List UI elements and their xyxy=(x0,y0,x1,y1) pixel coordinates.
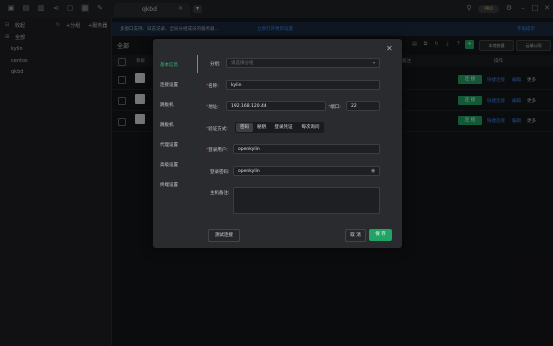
password-input[interactable]: openkylin xyxy=(233,166,380,176)
auth-option-credential[interactable]: 登录凭证 xyxy=(270,123,297,132)
auth-option-password[interactable]: 密码 xyxy=(236,123,253,132)
port-label: *端口: xyxy=(328,105,341,110)
auth-option-ask[interactable]: 每次询问 xyxy=(297,123,324,132)
remark-textarea[interactable] xyxy=(233,187,380,214)
port-label-text: 端口: xyxy=(330,105,341,110)
group-placeholder: 请选择分组 xyxy=(231,61,254,66)
nav-item-terminal[interactable]: 终端设置 xyxy=(160,182,178,188)
group-select[interactable]: 请选择分组 xyxy=(226,58,380,68)
nav-item-proxy[interactable]: 代理设置 xyxy=(160,142,178,148)
address-label-text: 地址: xyxy=(208,105,219,110)
user-label: *登录用户: xyxy=(206,148,228,153)
auth-label-text: 验证方式: xyxy=(208,127,228,132)
test-connection-button[interactable]: 测试连接 xyxy=(208,229,240,242)
save-button[interactable]: 保 存 xyxy=(369,229,392,241)
nav-item-jump-2[interactable]: 跳板机 xyxy=(160,122,174,128)
remark-label: 主机备注: xyxy=(210,191,230,196)
nav-item-advanced[interactable]: 高级设置 xyxy=(160,162,178,168)
password-label: 登录密码: xyxy=(210,170,230,175)
nav-item-connection[interactable]: 连接设置 xyxy=(160,82,178,88)
auth-label: *验证方式: xyxy=(206,127,228,132)
dialog-close-icon[interactable]: ✕ xyxy=(386,44,393,53)
name-label-text: 名称: xyxy=(208,84,219,89)
name-input[interactable]: kylin xyxy=(226,80,380,90)
nav-active-indicator xyxy=(197,55,198,73)
chevron-down-icon: ▾ xyxy=(373,60,376,65)
nav-item-jump-1[interactable]: 跳板机 xyxy=(160,102,174,108)
address-input[interactable]: 192.168.120.44 xyxy=(226,101,326,111)
user-label-text: 登录用户: xyxy=(208,148,228,153)
port-input[interactable]: 22 xyxy=(346,101,380,111)
group-label: 分组: xyxy=(210,62,221,67)
name-label: *名称: xyxy=(206,84,219,89)
nav-item-basic[interactable]: 基本信息 xyxy=(160,62,178,68)
eye-icon[interactable]: ◉ xyxy=(371,168,375,174)
cancel-button[interactable]: 取 消 xyxy=(345,229,366,242)
auth-option-key[interactable]: 秘钥 xyxy=(253,123,270,132)
user-input[interactable]: openkylin xyxy=(233,144,380,154)
address-label: *地址: xyxy=(206,105,219,110)
